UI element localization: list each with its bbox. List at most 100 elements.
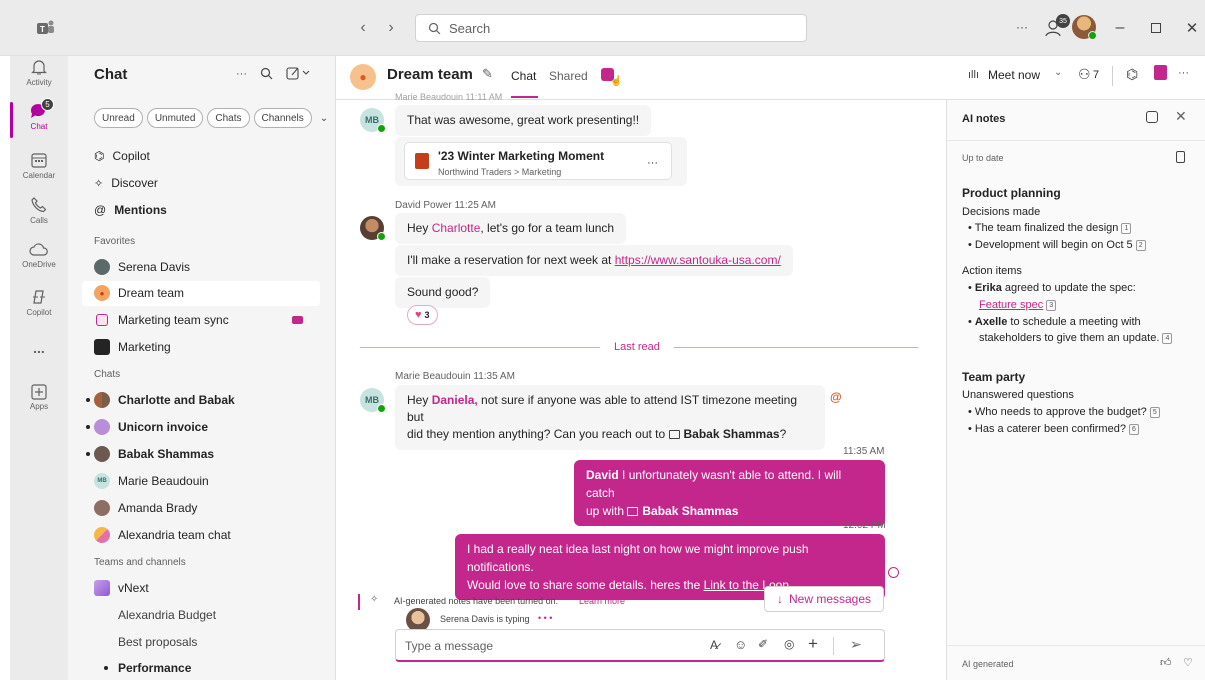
minimize-icon[interactable]: – xyxy=(1110,18,1130,38)
panel-layout-icon[interactable] xyxy=(1146,111,1158,123)
section-title: Team party xyxy=(962,370,1026,384)
sidebar-item-mentions[interactable]: @ Mentions xyxy=(94,198,344,222)
participants-icon[interactable]: ⚇ xyxy=(1078,66,1091,83)
emoji-icon[interactable]: ☺ xyxy=(734,637,747,652)
avatar: MB xyxy=(94,473,110,489)
citation-ref[interactable]: 6 xyxy=(1128,423,1139,435)
message-text: Sound good? xyxy=(407,285,479,299)
mention-david[interactable]: David xyxy=(586,468,619,482)
sidebar-item-alexandria-team-chat[interactable]: Alexandria team chat xyxy=(94,523,344,547)
edit-pencil-icon[interactable]: ✎ xyxy=(482,66,493,82)
citation-ref[interactable]: 1 xyxy=(1121,222,1132,234)
copilot-icon[interactable]: ⌬ xyxy=(1126,66,1138,83)
citation-ref[interactable]: 2 xyxy=(1135,239,1146,251)
learn-more-link[interactable]: Learn more xyxy=(579,596,625,606)
mention-daniela[interactable]: Daniela, xyxy=(432,393,478,407)
sidebar-item-alexandria-budget[interactable]: Alexandria Budget xyxy=(118,603,368,627)
more-options-icon[interactable]: ··· xyxy=(236,68,247,80)
sidebar-item-marketing[interactable]: Marketing xyxy=(94,335,344,359)
chevron-down-icon[interactable]: ⌄ xyxy=(320,113,328,124)
file-card[interactable]: '23 Winter Marketing Moment Northwind Tr… xyxy=(404,142,672,180)
sidebar-item-serena-davis[interactable]: Serena Davis xyxy=(94,255,344,279)
copy-icon[interactable] xyxy=(1176,151,1185,163)
message-link[interactable]: https://www.santouka-usa.com/ xyxy=(615,253,781,267)
sidebar-item-best-proposals[interactable]: Best proposals xyxy=(118,630,368,654)
my-message-bubble[interactable]: David I unfortunately wasn't able to att… xyxy=(574,460,885,526)
sidebar-item-dream-team[interactable]: ● Dream team xyxy=(94,281,344,305)
message-text: Hey xyxy=(407,393,432,407)
sidebar-item-marie-beaudouin[interactable]: MB Marie Beaudouin xyxy=(94,469,344,493)
close-icon[interactable]: ✕ xyxy=(1175,108,1187,125)
sidebar-item-unicorn-invoice[interactable]: Unicorn invoice xyxy=(94,415,344,439)
compose-box[interactable]: Type a message A̷ ☺ ✐ ◎ + ➢ xyxy=(395,629,885,662)
at-icon: @ xyxy=(94,203,107,217)
rail-item-apps[interactable]: Apps xyxy=(10,384,68,411)
more-options-icon[interactable]: ··· xyxy=(1178,67,1189,79)
sidebar-item-marketing-team-sync[interactable]: Marketing team sync xyxy=(94,308,344,332)
format-text-icon[interactable]: A̷ xyxy=(710,638,718,652)
ai-notes-toggle-icon[interactable] xyxy=(1154,65,1167,80)
filter-unmuted[interactable]: Unmuted xyxy=(146,108,204,128)
close-icon[interactable]: ✕ xyxy=(1182,18,1202,38)
message-bubble[interactable]: I'll make a reservation for next week at… xyxy=(395,245,793,276)
citation-ref[interactable]: 3 xyxy=(1046,299,1057,311)
loop-icon[interactable]: ◎ xyxy=(784,637,794,651)
feature-spec-link[interactable]: Feature spec xyxy=(979,299,1043,311)
thumbs-up-icon[interactable]: 👍︎ xyxy=(1160,656,1172,669)
thumbs-down-icon[interactable]: ♡ xyxy=(1183,656,1193,669)
rail-item-more[interactable]: ... xyxy=(10,340,68,356)
meet-now-button[interactable]: Meet now xyxy=(988,68,1040,82)
contact-card-babak[interactable]: Babak Shammas xyxy=(642,504,738,518)
contact-card-babak[interactable]: Babak Shammas xyxy=(684,427,780,441)
message-bubble[interactable]: Hey Charlotte, let's go for a team lunch xyxy=(395,213,627,244)
rail-item-copilot[interactable]: Copilot xyxy=(10,288,68,317)
sidebar-item-performance[interactable]: Performance xyxy=(118,656,368,680)
message-bubble[interactable]: Hey Daniela, not sure if anyone was able… xyxy=(395,385,825,450)
sticker-icon[interactable]: ✐ xyxy=(758,637,768,651)
forward-arrow-icon[interactable]: › xyxy=(382,18,400,38)
search-input[interactable]: Search xyxy=(415,14,807,42)
filter-unread[interactable]: Unread xyxy=(94,108,143,128)
sparkle-icon: ✧ xyxy=(94,177,104,190)
chevron-down-icon[interactable]: ⌄ xyxy=(1054,67,1062,78)
sidebar-item-discover[interactable]: ✧ Discover xyxy=(94,171,344,195)
note-text: The team finalized the design xyxy=(974,222,1119,234)
sidebar-item-amanda-brady[interactable]: Amanda Brady xyxy=(94,496,344,520)
message-text: ? xyxy=(779,427,787,441)
send-icon[interactable]: ➢ xyxy=(850,636,862,653)
more-options-icon[interactable]: ··· xyxy=(1016,20,1028,34)
back-arrow-icon[interactable]: ‹ xyxy=(354,18,372,38)
reaction-heart[interactable]: ♥ 3 xyxy=(407,305,438,325)
rail-item-calendar[interactable]: Calendar xyxy=(10,151,68,180)
new-messages-button[interactable]: ↓ New messages xyxy=(764,586,884,612)
sidebar-item-vnext[interactable]: vNext xyxy=(94,576,344,600)
filter-chats[interactable]: Chats xyxy=(207,108,250,128)
sidebar-item-babak-shammas[interactable]: Babak Shammas xyxy=(94,442,344,466)
maximize-icon[interactable] xyxy=(1146,18,1166,38)
citation-ref[interactable]: 5 xyxy=(1149,406,1160,418)
rail-item-chat[interactable]: Chat 5 xyxy=(10,98,68,131)
citation-ref[interactable]: 4 xyxy=(1162,332,1173,344)
file-more-icon[interactable]: ··· xyxy=(647,155,658,172)
tab-shared[interactable]: Shared xyxy=(549,69,588,83)
message-bubble[interactable]: That was awesome, great work presenting!… xyxy=(395,105,652,136)
rail-item-calls[interactable]: Calls xyxy=(10,196,68,225)
filter-search-icon[interactable] xyxy=(260,67,273,85)
sidebar-item-charlotte-and-babak[interactable]: Charlotte and Babak xyxy=(94,388,344,412)
reaction-count: 3 xyxy=(424,310,430,320)
sidebar-item-copilot[interactable]: ⌬ Copilot xyxy=(94,144,344,168)
subsection-label: Unanswered questions xyxy=(962,389,1074,401)
file-card-container: '23 Winter Marketing Moment Northwind Tr… xyxy=(395,137,687,186)
tab-chat[interactable]: Chat xyxy=(511,69,536,83)
mention-charlotte[interactable]: Charlotte xyxy=(432,221,481,235)
rail-item-activity[interactable]: Activity xyxy=(10,58,68,87)
presence-people-icon[interactable]: 35 xyxy=(1044,14,1070,40)
message-bubble[interactable]: Sound good? xyxy=(395,277,491,308)
add-attachment-icon[interactable]: + xyxy=(808,634,818,654)
new-chat-icon[interactable] xyxy=(286,66,312,85)
rail-item-onedrive[interactable]: OneDrive xyxy=(10,242,68,269)
note-bullet: • Has a caterer been confirmed? 6 xyxy=(968,423,1139,435)
filter-channels[interactable]: Channels xyxy=(253,108,312,128)
presence-available-dot xyxy=(377,124,386,133)
participant-count: 7 xyxy=(1093,69,1100,81)
